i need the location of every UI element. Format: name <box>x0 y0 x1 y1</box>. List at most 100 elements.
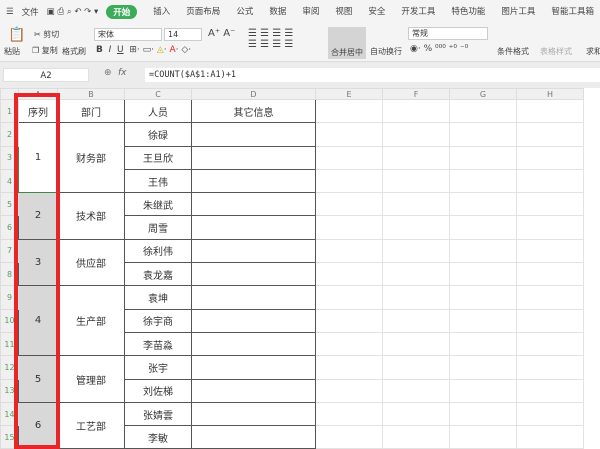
row-header[interactable]: 8 <box>0 262 19 287</box>
cell[interactable] <box>449 308 517 333</box>
header-cell[interactable]: 人员 <box>124 98 192 124</box>
cell[interactable] <box>516 331 584 357</box>
cell[interactable] <box>382 192 450 217</box>
info-cell[interactable] <box>191 308 316 333</box>
cell[interactable] <box>516 238 584 264</box>
person-cell[interactable]: 刘佐梯 <box>124 378 192 403</box>
cell[interactable] <box>382 262 450 287</box>
row-header[interactable]: 10 <box>0 308 19 333</box>
cell[interactable] <box>382 98 450 124</box>
cell[interactable] <box>449 355 517 380</box>
column-header[interactable]: G <box>449 88 517 100</box>
dept-cell[interactable]: 工艺部 <box>57 401 125 449</box>
cell[interactable] <box>315 355 383 380</box>
file-menu[interactable]: 文件 <box>22 6 39 18</box>
cell[interactable] <box>382 168 450 194</box>
menu-icon[interactable]: ☰ <box>6 7 14 17</box>
person-cell[interactable]: 王旦欣 <box>124 145 192 170</box>
info-cell[interactable] <box>191 215 316 240</box>
row-header[interactable]: 15 <box>0 425 19 449</box>
dept-cell[interactable]: 技术部 <box>57 192 125 240</box>
corner[interactable] <box>0 88 19 100</box>
info-cell[interactable] <box>191 401 316 427</box>
tab-5[interactable]: 审阅 <box>302 5 319 19</box>
person-cell[interactable]: 李苗淼 <box>124 331 192 357</box>
cell[interactable] <box>449 145 517 170</box>
row-header[interactable]: 11 <box>0 331 19 357</box>
format-painter-button[interactable]: 格式刷 <box>62 46 86 57</box>
cell[interactable] <box>516 145 584 170</box>
info-cell[interactable] <box>191 331 316 357</box>
tab-6[interactable]: 视图 <box>335 5 352 19</box>
row-header[interactable]: 4 <box>0 168 19 194</box>
paste-icon[interactable]: 📋 <box>8 27 25 43</box>
row-header[interactable]: 14 <box>0 401 19 427</box>
copy-button[interactable]: ❐ 复制 <box>32 45 58 56</box>
cell[interactable] <box>449 122 517 147</box>
dept-cell[interactable]: 生产部 <box>57 285 125 357</box>
person-cell[interactable]: 周雪 <box>124 215 192 240</box>
cell[interactable] <box>382 238 450 264</box>
info-cell[interactable] <box>191 168 316 194</box>
info-cell[interactable] <box>191 378 316 403</box>
row-header[interactable]: 5 <box>0 192 19 217</box>
number-format-icons[interactable]: ◉· % ⁰⁰⁰ ⁺⁰ ⁻⁰ <box>410 44 468 54</box>
cell[interactable] <box>315 401 383 427</box>
person-cell[interactable]: 朱继武 <box>124 192 192 217</box>
column-header[interactable]: E <box>315 88 383 100</box>
cell[interactable] <box>315 192 383 217</box>
cell[interactable] <box>449 378 517 403</box>
row-header[interactable]: 7 <box>0 238 19 264</box>
cell[interactable] <box>516 355 584 380</box>
column-header[interactable]: B <box>57 88 125 100</box>
cell[interactable] <box>382 355 450 380</box>
number-format-select[interactable]: 常规 <box>408 27 488 40</box>
cell[interactable] <box>382 215 450 240</box>
cell[interactable] <box>449 238 517 264</box>
seq-cell[interactable]: 3 <box>18 238 58 287</box>
cell[interactable] <box>516 122 584 147</box>
column-header[interactable]: C <box>124 88 192 100</box>
row-header[interactable]: 12 <box>0 355 19 380</box>
person-cell[interactable]: 袁龙嘉 <box>124 262 192 287</box>
spreadsheet-grid[interactable]: A B C D E F G H 1 序列 部门 人员 其它信息 2 1 财务部 徐碌 3 王旦欣 4 王伟 5 2 技术部 朱继… <box>0 88 584 449</box>
person-cell[interactable]: 徐宇商 <box>124 308 192 333</box>
formula-input[interactable]: =COUNT($A$1:A1)+1 <box>145 68 600 82</box>
paste-button[interactable]: 粘贴 <box>4 46 20 57</box>
merge-center-button[interactable]: 合并居中 <box>328 27 366 59</box>
cell[interactable] <box>516 262 584 287</box>
row-header[interactable]: 1 <box>0 98 19 124</box>
info-cell[interactable] <box>191 122 316 147</box>
seq-cell[interactable]: 6 <box>18 401 58 449</box>
cell[interactable] <box>382 401 450 427</box>
cell[interactable] <box>382 425 450 449</box>
cell[interactable] <box>315 425 383 449</box>
info-cell[interactable] <box>191 238 316 264</box>
person-cell[interactable]: 李敏 <box>124 425 192 449</box>
cell[interactable] <box>449 425 517 449</box>
cell[interactable] <box>449 98 517 124</box>
info-cell[interactable] <box>191 192 316 217</box>
tab-10[interactable]: 图片工具 <box>501 5 535 19</box>
info-cell[interactable] <box>191 355 316 380</box>
column-header[interactable]: F <box>382 88 450 100</box>
sum-button[interactable]: 求和 <box>586 46 600 57</box>
cell[interactable] <box>449 168 517 194</box>
cell[interactable] <box>449 192 517 217</box>
person-cell[interactable]: 徐利伟 <box>124 238 192 264</box>
cell[interactable] <box>516 308 584 333</box>
cell[interactable] <box>315 122 383 147</box>
person-cell[interactable]: 张婧雲 <box>124 401 192 427</box>
font-size-select[interactable]: 14 <box>164 28 202 41</box>
row-header[interactable]: 9 <box>0 285 19 310</box>
dept-cell[interactable]: 供应部 <box>57 238 125 287</box>
dept-cell[interactable]: 财务部 <box>57 122 125 194</box>
column-header[interactable]: D <box>191 88 316 100</box>
conditional-format-button[interactable]: 条件格式 <box>497 46 529 57</box>
person-cell[interactable]: 张宇 <box>124 355 192 380</box>
cell[interactable] <box>315 215 383 240</box>
cell[interactable] <box>516 192 584 217</box>
wrap-text-button[interactable]: 自动换行 <box>370 46 402 57</box>
cell[interactable] <box>382 331 450 357</box>
cell[interactable] <box>516 401 584 427</box>
